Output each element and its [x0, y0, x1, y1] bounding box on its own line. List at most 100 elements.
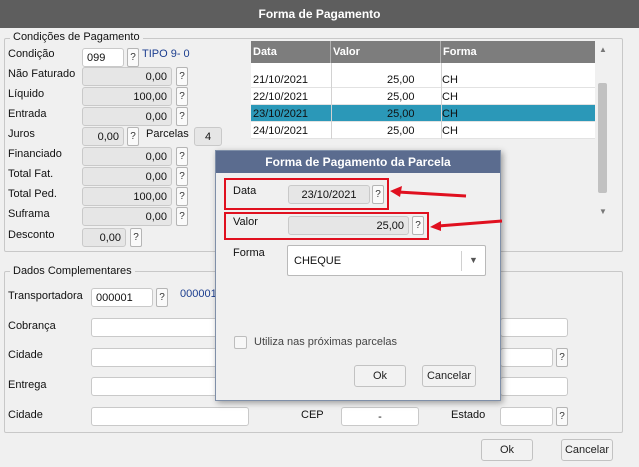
liquido-help-button[interactable]: ?	[176, 87, 188, 106]
pagamento-group-label: Condições de Pagamento	[10, 31, 143, 43]
cobranca-extra-input[interactable]	[500, 318, 568, 337]
juros-help-button[interactable]: ?	[127, 127, 139, 146]
entrada-help-button[interactable]: ?	[176, 107, 188, 126]
forma-select-divider	[461, 251, 462, 271]
cidade-help-button[interactable]: ?	[556, 348, 568, 367]
desconto-help-button[interactable]: ?	[130, 228, 142, 247]
grid-header-data[interactable]: Data	[251, 41, 331, 63]
liquido-label: Líquido	[8, 88, 45, 100]
modal-data-label: Data	[233, 185, 257, 197]
scrollbar-thumb[interactable]	[598, 83, 607, 193]
grid-header-valor[interactable]: Valor	[331, 41, 441, 63]
nao-faturado-help-button[interactable]: ?	[176, 67, 188, 86]
table-row-selected[interactable]: 23/10/2021 25,00 CH	[251, 105, 595, 122]
parcelas-field[interactable]: 4	[194, 127, 222, 146]
grid-column-divider	[441, 63, 442, 139]
cobranca-input[interactable]	[91, 318, 221, 337]
parcelas-label: Parcelas	[146, 128, 189, 140]
entrega-extra-input[interactable]	[500, 377, 568, 396]
row-valor: 25,00	[387, 124, 415, 137]
cancel-button[interactable]: Cancelar	[561, 439, 613, 461]
cidade-input[interactable]	[91, 348, 221, 367]
transportadora-input[interactable]: 000001	[91, 288, 153, 307]
modal-valor-label: Valor	[233, 216, 258, 228]
liquido-field: 100,00	[82, 87, 172, 106]
chevron-down-icon[interactable]: ▼	[469, 255, 478, 265]
cidade2-label: Cidade	[8, 409, 43, 421]
modal-forma-label: Forma	[233, 247, 265, 259]
suframa-field: 0,00	[82, 207, 172, 226]
row-forma: CH	[442, 73, 458, 86]
cep-label: CEP	[301, 409, 324, 421]
modal-ok-button[interactable]: Ok	[354, 365, 406, 387]
transportadora-label: Transportadora	[8, 290, 83, 302]
row-valor: 25,00	[387, 90, 415, 103]
ok-button[interactable]: Ok	[481, 439, 533, 461]
row-forma: CH	[442, 124, 458, 137]
total-fat-help-button[interactable]: ?	[176, 167, 188, 186]
table-row[interactable]: 24/10/2021 25,00 CH	[251, 122, 595, 139]
entrada-label: Entrada	[8, 108, 47, 120]
cidade2-input[interactable]	[91, 407, 249, 426]
grid-header-forma[interactable]: Forma	[441, 41, 595, 63]
table-row[interactable]: 22/10/2021 25,00 CH	[251, 88, 595, 105]
forma-select-value: CHEQUE	[294, 255, 342, 267]
estado-help-button[interactable]: ?	[556, 407, 568, 426]
modal-valor-field[interactable]: 25,00	[288, 216, 409, 235]
entrada-field[interactable]: 0,00	[82, 107, 172, 126]
cobranca-label: Cobrança	[8, 320, 56, 332]
row-data: 23/10/2021	[253, 107, 309, 120]
utiliza-checkbox-label: Utiliza nas próximas parcelas	[254, 336, 398, 348]
modal-data-help-button[interactable]: ?	[372, 185, 384, 204]
row-data: 22/10/2021	[253, 90, 309, 103]
desconto-label: Desconto	[8, 229, 55, 241]
nao-faturado-field: 0,00	[82, 67, 172, 86]
condicao-input[interactable]: 099	[82, 48, 124, 67]
entrega-label: Entrega	[8, 379, 47, 391]
total-ped-label: Total Ped.	[8, 188, 57, 200]
forma-select[interactable]: CHEQUE ▼	[287, 245, 486, 276]
transportadora-help-button[interactable]: ?	[156, 288, 168, 307]
parcela-dialog-title: Forma de Pagamento da Parcela	[216, 151, 500, 173]
row-forma: CH	[442, 90, 458, 103]
cidade-label: Cidade	[8, 349, 43, 361]
row-data: 24/10/2021	[253, 124, 309, 137]
total-fat-label: Total Fat.	[8, 168, 54, 180]
complementares-group-label: Dados Complementares	[10, 265, 135, 277]
total-fat-field: 0,00	[82, 167, 172, 186]
estado-input[interactable]	[500, 407, 553, 426]
row-valor: 25,00	[387, 107, 415, 120]
modal-data-field[interactable]: 23/10/2021	[288, 185, 370, 204]
row-valor: 25,00	[387, 73, 415, 86]
condicao-help-button[interactable]: ?	[127, 48, 139, 67]
row-forma: CH	[442, 107, 458, 120]
financiado-label: Financiado	[8, 148, 62, 160]
suframa-help-button[interactable]: ?	[176, 207, 188, 226]
desconto-field[interactable]: 0,00	[82, 228, 126, 247]
row-data: 21/10/2021	[253, 73, 309, 86]
table-row[interactable]: 21/10/2021 25,00 CH	[251, 71, 595, 88]
financiado-help-button[interactable]: ?	[176, 147, 188, 166]
modal-cancel-button[interactable]: Cancelar	[422, 365, 476, 387]
financiado-field: 0,00	[82, 147, 172, 166]
nao-faturado-label: Não Faturado	[8, 68, 76, 80]
cep-input[interactable]: -	[341, 407, 419, 426]
condicao-label: Condição	[8, 48, 55, 60]
valor-arrow-icon	[430, 219, 503, 231]
scroll-up-icon[interactable]: ▲	[599, 45, 607, 54]
scroll-down-icon[interactable]: ▼	[599, 207, 607, 216]
suframa-label: Suframa	[8, 208, 50, 220]
grid-scrollbar[interactable]: ▲ ▼	[596, 41, 610, 231]
estado-label: Estado	[451, 409, 486, 421]
cidade-extra-input[interactable]	[500, 348, 553, 367]
transportadora-description: 000001	[180, 288, 217, 300]
grid-spacer-row	[251, 63, 595, 71]
total-ped-help-button[interactable]: ?	[176, 187, 188, 206]
utiliza-checkbox[interactable]	[234, 336, 247, 349]
data-arrow-icon	[390, 186, 467, 198]
juros-field[interactable]: 0,00	[82, 127, 124, 146]
entrega-input[interactable]	[91, 377, 221, 396]
total-ped-field: 100,00	[82, 187, 172, 206]
modal-valor-help-button[interactable]: ?	[412, 216, 424, 235]
parcelas-grid-header: Data Valor Forma	[251, 41, 595, 63]
